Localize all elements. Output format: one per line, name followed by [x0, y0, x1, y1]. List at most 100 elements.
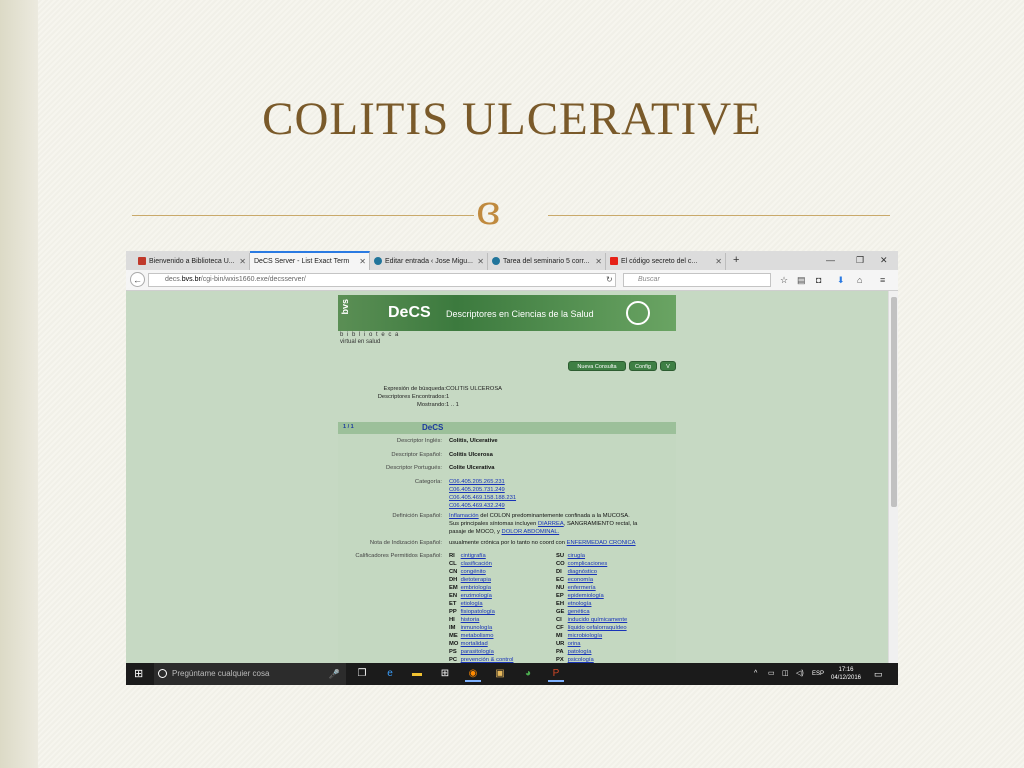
maximize-button[interactable]: ❐	[856, 251, 864, 270]
qualifier-item: EN enzimología	[449, 592, 492, 600]
volume-icon[interactable]: ◁)	[796, 663, 804, 685]
qualifier-item: PP fisiopatología	[449, 608, 495, 616]
qualifier-link[interactable]: inmunología	[461, 625, 493, 631]
qualifier-link[interactable]: parasitología	[461, 649, 494, 655]
qualifier-link[interactable]: clasificación	[461, 561, 492, 567]
cortana-search-input[interactable]: Pregúntame cualquier cosa 🎤	[154, 663, 346, 685]
qualifier-code: DH	[449, 577, 458, 583]
qualifier-link[interactable]: fisiopatología	[461, 609, 495, 615]
page-content: bvs DeCS Descriptores en Ciencias de la …	[126, 291, 888, 663]
inflamacion-link[interactable]: Inflamación	[449, 513, 479, 519]
result-count: 1 / 1	[343, 424, 354, 430]
label-nota-indizacion: Nota de Indización Español:	[369, 540, 442, 546]
categoria-link[interactable]: C06.405.205.731.249	[449, 487, 505, 493]
tab-youtube[interactable]: El código secreto del c... ✕	[606, 253, 726, 270]
qualifier-link[interactable]: orina	[568, 641, 581, 647]
qualifier-link[interactable]: epidemiología	[568, 593, 604, 599]
close-icon[interactable]: ✕	[715, 253, 722, 270]
enfermedad-cronica-link[interactable]: ENFERMEDAD CRONICA	[567, 540, 636, 546]
close-icon[interactable]: ✕	[477, 253, 484, 270]
language-indicator[interactable]: ESP	[812, 663, 824, 685]
v-button[interactable]: V	[660, 361, 676, 371]
qualifier-link[interactable]: congénito	[461, 569, 486, 575]
reload-icon[interactable]: ↻	[606, 273, 613, 287]
qualifier-link[interactable]: patología	[568, 649, 592, 655]
new-tab-button[interactable]: +	[733, 251, 739, 270]
categoria-link[interactable]: C06.405.469.158.188.231	[449, 495, 516, 501]
tray-chevron-icon[interactable]: ^	[754, 663, 757, 685]
qualifier-link[interactable]: etnología	[568, 601, 592, 607]
home-icon[interactable]: ⌂	[857, 274, 862, 286]
download-icon[interactable]: ⬇	[837, 274, 845, 286]
qualifier-link[interactable]: líquido cefalorraquídeo	[568, 625, 627, 631]
qualifier-item: PS parasitología	[449, 648, 494, 656]
search-input[interactable]: Buscar	[623, 273, 771, 287]
qualifier-code: CF	[556, 625, 564, 631]
reading-list-icon[interactable]: ▤	[797, 274, 806, 286]
battery-icon[interactable]: ▭	[768, 663, 775, 685]
ornament-icon: ɞ	[476, 188, 501, 234]
menu-icon[interactable]: ≡	[880, 274, 885, 286]
window-close-button[interactable]: ✕	[880, 251, 888, 270]
network-icon[interactable]: ◫	[782, 663, 789, 685]
dolor-abdominal-link[interactable]: DOLOR ABDOMINAL.	[502, 529, 560, 535]
qualifier-code: MO	[449, 641, 459, 647]
bookmark-star-icon[interactable]: ☆	[780, 274, 788, 286]
qualifier-link[interactable]: cintigrafía	[461, 553, 486, 559]
qualifier-code: NU	[556, 585, 565, 591]
store-icon[interactable]: ⊞	[437, 666, 453, 682]
qualifier-link[interactable]: cirugía	[568, 553, 585, 559]
app-icon[interactable]: ▣	[492, 666, 508, 682]
qualifier-code: DI	[556, 569, 562, 575]
windows-start-icon[interactable]: ⊞	[134, 668, 143, 680]
close-icon[interactable]: ✕	[595, 253, 602, 270]
qualifier-link[interactable]: inducido químicamente	[568, 617, 628, 623]
qualifier-item: CF líquido cefalorraquídeo	[556, 624, 627, 632]
value-descriptor-portugues: Colite Ulcerativa	[449, 465, 495, 471]
categoria-link[interactable]: C06.405.469.432.249	[449, 503, 505, 509]
minimize-button[interactable]: —	[826, 251, 835, 270]
close-icon[interactable]: ✕	[239, 253, 246, 270]
back-button[interactable]: ←	[130, 272, 145, 287]
banner-subtitle: Descriptores en Ciencias de la Salud	[446, 309, 594, 319]
notifications-icon[interactable]: ▭	[874, 663, 883, 685]
qualifier-link[interactable]: embriología	[461, 585, 491, 591]
chrome-icon[interactable]: ◕	[520, 666, 536, 682]
qualifier-link[interactable]: enzimología	[461, 593, 492, 599]
diarrea-link[interactable]: DIARREA	[538, 521, 564, 527]
qualifier-link[interactable]: enfermería	[568, 585, 596, 591]
qualifier-link[interactable]: historia	[461, 617, 480, 623]
qualifier-link[interactable]: mortalidad	[461, 641, 488, 647]
close-icon[interactable]: ✕	[359, 253, 366, 270]
pocket-icon[interactable]: ◘	[816, 274, 821, 286]
file-explorer-icon[interactable]: ▬	[409, 666, 425, 682]
scrollbar-thumb[interactable]	[891, 297, 897, 507]
url-bar[interactable]: decs.bvs.br/cgi-bin/wxis1660.exe/decsser…	[148, 273, 616, 287]
clock[interactable]: 17:16 04/12/2016	[829, 666, 863, 682]
qualifier-item: EM embriología	[449, 584, 491, 592]
microphone-icon[interactable]: 🎤	[329, 663, 340, 685]
qualifier-item: EH etnología	[556, 600, 591, 608]
qualifier-link[interactable]: diagnóstico	[568, 569, 597, 575]
scrollbar[interactable]	[888, 291, 898, 663]
qualifier-link[interactable]: genética	[568, 609, 590, 615]
tab-tarea-seminario[interactable]: Tarea del seminario 5 corr... ✕	[488, 253, 606, 270]
edge-icon[interactable]: e	[382, 666, 398, 682]
label-definicion: Definición Español:	[392, 513, 442, 519]
categoria-link[interactable]: C06.405.205.265.231	[449, 479, 505, 485]
qualifier-link[interactable]: etiología	[461, 601, 483, 607]
qualifier-link[interactable]: metabolismo	[461, 633, 494, 639]
config-button[interactable]: Config	[629, 361, 657, 371]
qualifier-link[interactable]: dietoterapia	[461, 577, 491, 583]
nueva-consulta-button[interactable]: Nueva Consulta	[568, 361, 626, 371]
task-view-icon[interactable]: ❐	[354, 666, 370, 682]
tab-decs-server[interactable]: DeCS Server - List Exact Term ✕	[250, 251, 370, 270]
qualifier-link[interactable]: microbiología	[568, 633, 602, 639]
powerpoint-icon[interactable]: P	[548, 666, 564, 682]
tab-biblioteca[interactable]: Bienvenido a Biblioteca U... ✕	[134, 253, 250, 270]
tab-editar-entrada[interactable]: Editar entrada ‹ Jose Migu... ✕	[370, 253, 488, 270]
qualifier-link[interactable]: complicaciones	[568, 561, 608, 567]
firefox-icon[interactable]: ◉	[465, 666, 481, 682]
qualifier-item: CL clasificación	[449, 560, 492, 568]
qualifier-link[interactable]: economía	[568, 577, 593, 583]
